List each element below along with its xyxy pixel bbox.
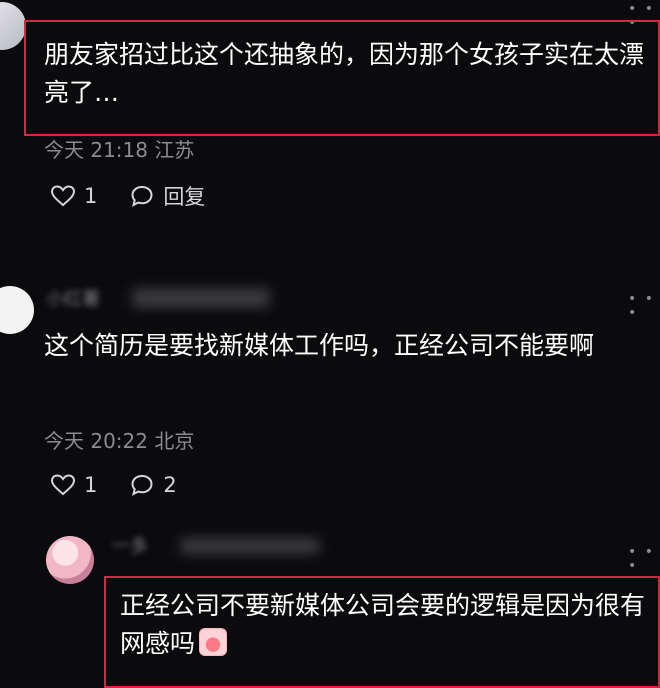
username[interactable]: 一多 <box>112 532 148 558</box>
comment-meta: 今天 20:22 北京 <box>44 425 194 454</box>
comment-text: 朋友家招过比这个还抽象的，因为那个女孩子实在太漂亮了… <box>44 40 645 107</box>
more-dots-icon[interactable]: • • • <box>628 545 660 573</box>
comment-text: 这个简历是要找新媒体工作吗，正经公司不能要啊 <box>44 331 595 360</box>
reply-button[interactable]: 回复 <box>129 181 205 211</box>
like-count: 1 <box>84 184 98 208</box>
comment-time: 今天 20:22 <box>44 429 148 453</box>
comment-actions: 1 回复 <box>50 181 223 211</box>
like-button[interactable]: 1 <box>50 473 97 497</box>
username[interactable]: 小红薯 <box>46 285 100 311</box>
reply-label: 回复 <box>163 185 206 209</box>
like-count: 1 <box>84 473 98 497</box>
face-emoji <box>199 628 228 656</box>
comment-location: 江苏 <box>154 138 195 162</box>
heart-icon <box>50 185 76 207</box>
redacted-username <box>132 288 270 308</box>
comment-bubble-icon <box>131 474 153 496</box>
comment-bubble-icon <box>131 185 153 207</box>
comment-actions: 1 2 <box>50 473 195 497</box>
redacted-username <box>180 538 320 554</box>
heart-icon <box>50 474 76 496</box>
comment-location: 北京 <box>154 429 195 453</box>
comment-meta: 今天 21:18 江苏 <box>44 134 194 163</box>
comment-text: 正经公司不要新媒体公司会要的逻辑是因为很有网感吗 <box>120 587 650 663</box>
comment-time: 今天 21:18 <box>44 138 148 162</box>
more-dots-icon[interactable]: • • • <box>628 292 660 320</box>
avatar[interactable] <box>0 286 34 334</box>
reply-button[interactable]: 2 <box>129 473 177 497</box>
like-button[interactable]: 1 <box>50 184 97 208</box>
reply-count: 2 <box>163 473 177 497</box>
avatar[interactable] <box>46 536 94 584</box>
avatar[interactable] <box>0 2 26 50</box>
